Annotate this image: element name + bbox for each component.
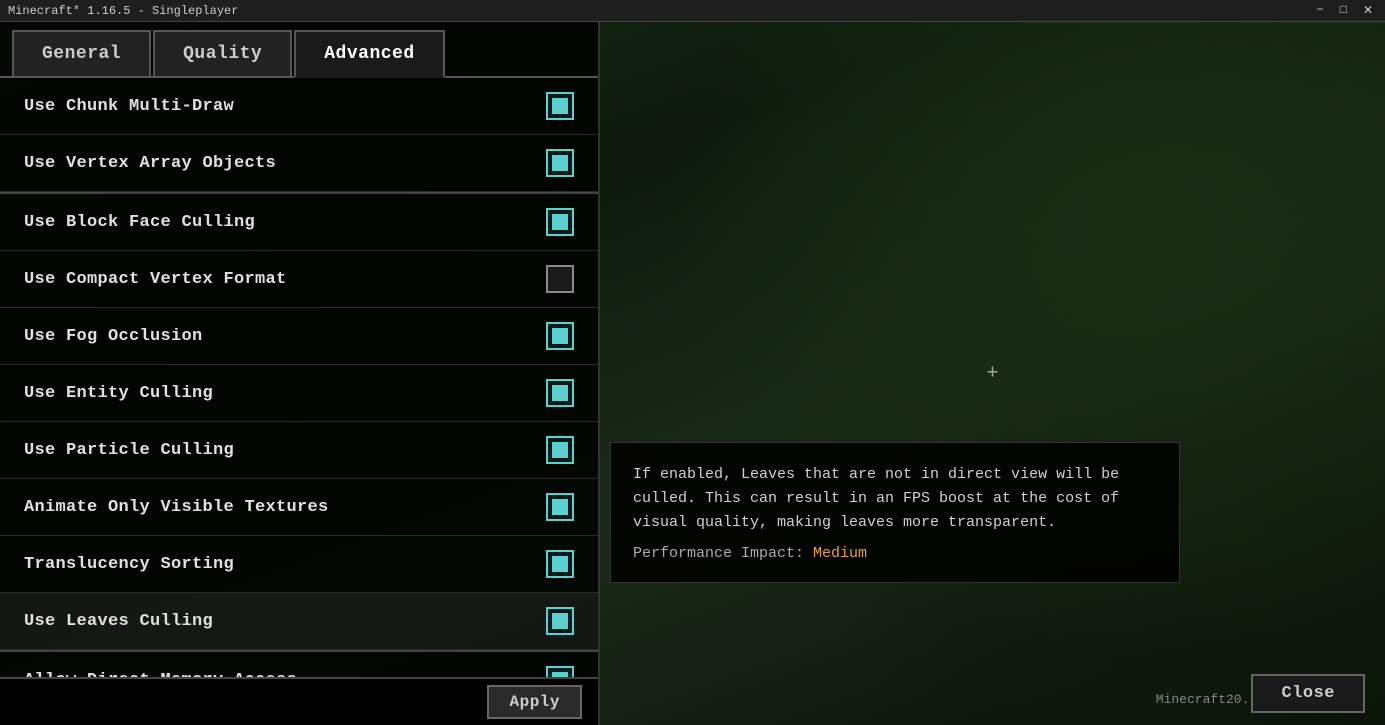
setting-row-leaves-culling[interactable]: Use Leaves Culling (0, 593, 598, 650)
settings-list: Use Chunk Multi-Draw Use Vertex Array Obj… (0, 78, 598, 677)
checkbox-wrap-direct-memory-access (546, 666, 574, 677)
setting-row-animate-visible-textures[interactable]: Animate Only Visible Textures (0, 479, 598, 536)
checkbox-wrap-vertex-array-objects (546, 149, 574, 177)
tabs-container: General Quality Advanced (0, 22, 598, 78)
tooltip-impact: Performance Impact: Medium (633, 545, 1157, 562)
checkbox-particle-culling[interactable] (546, 436, 574, 464)
setting-row-entity-culling[interactable]: Use Entity Culling (0, 365, 598, 422)
setting-label-chunk-multi-draw: Use Chunk Multi-Draw (24, 97, 234, 116)
tab-advanced[interactable]: Advanced (294, 30, 444, 78)
tooltip-box: If enabled, Leaves that are not in direc… (610, 442, 1180, 583)
minimize-button[interactable]: − (1313, 3, 1328, 18)
setting-label-entity-culling: Use Entity Culling (24, 384, 213, 403)
setting-label-animate-visible-textures: Animate Only Visible Textures (24, 498, 329, 517)
setting-row-translucency-sorting[interactable]: Translucency Sorting (0, 536, 598, 593)
checkbox-leaves-culling[interactable] (546, 607, 574, 635)
checkbox-animate-visible-textures[interactable] (546, 493, 574, 521)
tab-quality[interactable]: Quality (153, 30, 292, 76)
checkbox-wrap-compact-vertex-format (546, 265, 574, 293)
settings-panel: General Quality Advanced Use Chunk Multi… (0, 22, 600, 725)
titlebar: Minecraft* 1.16.5 - Singleplayer − □ ✕ (0, 0, 1385, 22)
setting-label-leaves-culling: Use Leaves Culling (24, 612, 213, 631)
checkbox-block-face-culling[interactable] (546, 208, 574, 236)
checkbox-wrap-chunk-multi-draw (546, 92, 574, 120)
checkbox-wrap-animate-visible-textures (546, 493, 574, 521)
tooltip-impact-value: Medium (813, 545, 867, 562)
tab-general[interactable]: General (12, 30, 151, 76)
setting-row-particle-culling[interactable]: Use Particle Culling (0, 422, 598, 479)
checkbox-wrap-leaves-culling (546, 607, 574, 635)
checkbox-direct-memory-access[interactable] (546, 666, 574, 677)
bottom-bar: Apply (0, 677, 598, 725)
checkbox-chunk-multi-draw[interactable] (546, 92, 574, 120)
checkbox-wrap-fog-occlusion (546, 322, 574, 350)
setting-row-chunk-multi-draw[interactable]: Use Chunk Multi-Draw (0, 78, 598, 135)
close-button[interactable]: Close (1251, 674, 1365, 713)
setting-row-vertex-array-objects[interactable]: Use Vertex Array Objects (0, 135, 598, 192)
checkbox-translucency-sorting[interactable] (546, 550, 574, 578)
titlebar-title: Minecraft* 1.16.5 - Singleplayer (8, 4, 238, 18)
setting-row-compact-vertex-format[interactable]: Use Compact Vertex Format (0, 251, 598, 308)
setting-label-block-face-culling: Use Block Face Culling (24, 213, 255, 232)
titlebar-controls: − □ ✕ (1313, 3, 1377, 18)
close-window-button[interactable]: ✕ (1359, 3, 1377, 18)
tooltip-text: If enabled, Leaves that are not in direc… (633, 463, 1157, 535)
setting-label-compact-vertex-format: Use Compact Vertex Format (24, 270, 287, 289)
main-container: + General Quality Advanced Use Chunk Mul… (0, 22, 1385, 725)
setting-row-direct-memory-access[interactable]: Allow Direct Memory Access (0, 650, 598, 677)
checkbox-wrap-block-face-culling (546, 208, 574, 236)
tooltip-impact-label: Performance Impact: (633, 545, 804, 562)
maximize-button[interactable]: □ (1336, 3, 1351, 18)
checkbox-wrap-particle-culling (546, 436, 574, 464)
checkbox-wrap-entity-culling (546, 379, 574, 407)
setting-label-translucency-sorting: Translucency Sorting (24, 555, 234, 574)
close-button-wrap: Close (1251, 674, 1365, 713)
crosshair: + (986, 362, 998, 385)
setting-row-block-face-culling[interactable]: Use Block Face Culling (0, 192, 598, 251)
setting-label-particle-culling: Use Particle Culling (24, 441, 234, 460)
checkbox-vertex-array-objects[interactable] (546, 149, 574, 177)
checkbox-fog-occlusion[interactable] (546, 322, 574, 350)
setting-label-fog-occlusion: Use Fog Occlusion (24, 327, 203, 346)
checkbox-compact-vertex-format[interactable] (546, 265, 574, 293)
apply-button[interactable]: Apply (487, 685, 582, 719)
checkbox-entity-culling[interactable] (546, 379, 574, 407)
setting-label-vertex-array-objects: Use Vertex Array Objects (24, 154, 276, 173)
watermark: Minecraft20.ru (1156, 692, 1265, 707)
setting-row-fog-occlusion[interactable]: Use Fog Occlusion (0, 308, 598, 365)
checkbox-wrap-translucency-sorting (546, 550, 574, 578)
